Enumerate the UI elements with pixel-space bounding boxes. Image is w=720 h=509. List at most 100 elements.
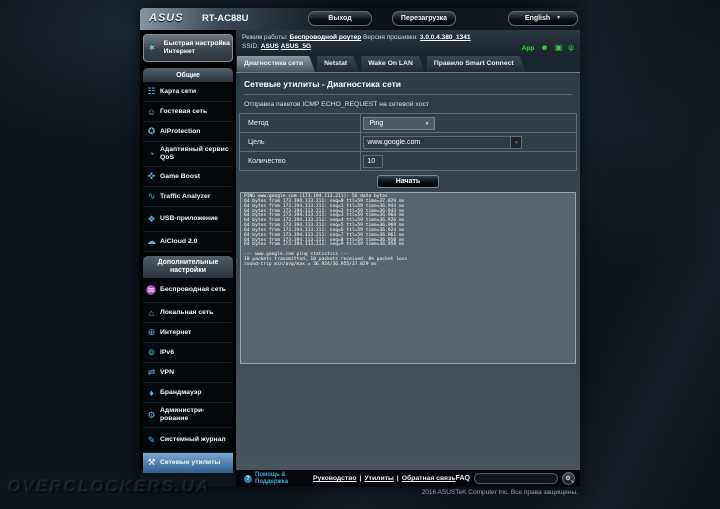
sidebar-item-game-boost[interactable]: ✜ Game Boost: [143, 167, 233, 187]
count-input[interactable]: [363, 154, 384, 168]
firewall-shield-icon: ♦: [149, 387, 154, 398]
method-label: Метод: [238, 113, 362, 133]
ssid-label: SSID:: [242, 43, 259, 50]
mode-link[interactable]: Беспроводной роутер: [290, 34, 362, 41]
asus-logo: ASUS: [149, 12, 184, 24]
page-description: Отправка пакетов ICMP ECHO_REQUEST на се…: [244, 101, 430, 108]
sidebar-item-network-map[interactable]: ☷ Карта сети: [143, 82, 233, 102]
target-label: Цель: [238, 132, 362, 152]
sidebar-item-system-log[interactable]: ✎ Системный журнал: [143, 428, 233, 453]
router-admin-window: ASUS RT-AC88U Выход Перезагрузка English…: [140, 8, 580, 487]
ssid-link-24g[interactable]: ASUS: [261, 43, 279, 50]
target-dropdown-button[interactable]: ▼: [511, 135, 523, 149]
faq-search-input[interactable]: [473, 473, 558, 484]
watermark: OVERCLOCKERS.UA: [8, 477, 211, 496]
home-icon: ⌂: [148, 307, 155, 318]
sidebar-item-vpn[interactable]: ⇌ VPN: [143, 363, 233, 383]
method-select[interactable]: Ping ▼: [363, 116, 436, 130]
chevron-down-icon: ▼: [424, 120, 430, 126]
log-pencil-icon: ✎: [147, 434, 156, 445]
sidebar-item-usb-application[interactable]: ❖ USB-приложение: [143, 207, 233, 232]
copyright-text: 2016 ASUSTeK Computer Inc. Все права защ…: [421, 489, 578, 496]
info-bar: Режим работы: Беспроводной роутер Версия…: [236, 30, 580, 56]
chevron-down-icon: ▼: [556, 15, 562, 21]
footer-links: Руководство | Утилиты | Обратная связь: [313, 475, 456, 482]
sidebar-item-ipv6[interactable]: ⊚ IPv6: [143, 343, 233, 363]
form-row-target: Цель ▼: [238, 132, 577, 152]
sidebar-item-wan[interactable]: ⊕ Интернет: [143, 323, 233, 343]
window-body: ✶ Быстрая настройка Интернет Общие ☷ Кар…: [140, 30, 580, 473]
admin-gear-icon: ⚙: [147, 409, 156, 420]
footer-bar: ? Помощь & Поддержка Руководство | Утилиты…: [236, 470, 580, 487]
clients-icon[interactable]: ☻: [540, 44, 548, 52]
router-model: RT-AC88U: [202, 13, 249, 24]
start-button[interactable]: Начать: [377, 175, 439, 188]
manual-link[interactable]: Руководство: [313, 475, 357, 482]
status-icons: App ☻ ▣ ψ: [522, 44, 574, 52]
sidebar-item-wireless[interactable]: ♒ Беспроводная сеть: [143, 278, 233, 303]
sidebar-item-lan[interactable]: ⌂ Локальная сеть: [143, 303, 233, 323]
app-badge[interactable]: App: [522, 45, 535, 52]
wrench-icon: ⚒: [147, 457, 156, 467]
question-icon: ?: [244, 474, 252, 483]
guest-network-icon: ☺: [146, 106, 157, 117]
ssid-link-5g[interactable]: ASUS_5G: [281, 43, 311, 50]
content-panel: Сетевые утилиты - Диагностика сети Отпра…: [236, 72, 580, 470]
sidebar-item-administration[interactable]: ⚙ Администри­рование: [143, 403, 233, 428]
firmware-label: Версия прошивки:: [362, 34, 419, 41]
network-devices-icon[interactable]: ▣: [555, 44, 563, 52]
usb-icon[interactable]: ψ: [568, 44, 574, 52]
cloud-icon: ☁: [147, 236, 156, 246]
tab-smart-connect-rule[interactable]: Правило Smart Connect: [427, 56, 526, 72]
diagnostics-form: Метод Ping ▼ Цель www.google.com ▼ Колич…: [238, 113, 577, 171]
page-title: Сетевые утилиты - Диагностика сети: [244, 79, 572, 95]
sidebar-section-advanced: Дополнительные настройки: [143, 256, 233, 278]
sidebar: ✶ Быстрая настройка Интернет Общие ☷ Кар…: [140, 30, 236, 473]
title-bar: ASUS RT-AC88U Выход Перезагрузка English…: [140, 8, 580, 30]
gauge-icon: ◔: [148, 149, 155, 159]
main-area: Режим работы: Беспроводной роутер Версия…: [236, 30, 580, 470]
faq-label: FAQ: [455, 475, 470, 482]
tab-wake-on-lan[interactable]: Wake On LAN: [361, 56, 425, 72]
target-input[interactable]: [363, 135, 512, 149]
magnifier-icon: [565, 476, 570, 480]
sidebar-section-general: Общие: [143, 68, 233, 82]
logout-button[interactable]: Выход: [308, 11, 372, 26]
wifi-icon: ♒: [145, 284, 158, 295]
tab-network-diagnostics[interactable]: Диагностика сети: [237, 56, 315, 72]
form-row-method: Метод Ping ▼: [238, 113, 577, 133]
tab-netstat[interactable]: Netstat: [317, 56, 359, 72]
sidebar-item-guest-network[interactable]: ☺ Гостевая сеть: [143, 102, 233, 122]
search-button[interactable]: [561, 472, 575, 485]
language-dropdown[interactable]: English ▼: [508, 11, 578, 26]
faq-search: FAQ: [456, 472, 575, 485]
feedback-link[interactable]: Обратная связь: [402, 475, 456, 482]
sidebar-item-firewall[interactable]: ♦ Брандмауэр: [143, 383, 233, 403]
sidebar-item-adaptive-qos[interactable]: ◔ Адаптивный сервис QoS: [143, 142, 233, 167]
puzzle-icon: ❖: [147, 213, 156, 224]
ping-output-text: PING www.google.com (173.194.113.211): 5…: [244, 194, 408, 267]
ping-output-box[interactable]: PING www.google.com (173.194.113.211): 5…: [240, 192, 576, 364]
shield-lock-icon: ✪: [147, 126, 156, 136]
sidebar-item-aicloud[interactable]: ☁ AiCloud 2.0: [143, 232, 233, 252]
count-label: Количество: [238, 151, 362, 171]
vpn-icon: ⇌: [147, 367, 156, 377]
sidebar-item-quick-setup[interactable]: ✶ Быстрая настройка Интернет: [143, 34, 233, 62]
sidebar-item-aiprotection[interactable]: ✪ AiProtection: [143, 122, 233, 142]
mode-label: Режим работы:: [242, 34, 288, 41]
desktop-background: ASUS RT-AC88U Выход Перезагрузка English…: [0, 0, 720, 509]
gamepad-icon: ✜: [147, 171, 156, 181]
reboot-button[interactable]: Перезагрузка: [392, 11, 456, 26]
globe-icon: ⊕: [147, 327, 156, 337]
firmware-link[interactable]: 3.0.0.4.380_1341: [420, 34, 471, 41]
utilities-link[interactable]: Утилиты: [364, 475, 393, 482]
language-value: English: [524, 15, 551, 22]
traffic-chart-icon: ∿: [147, 191, 156, 201]
sidebar-item-network-tools[interactable]: ⚒ Сетевые утилиты: [143, 453, 233, 473]
help-support-link[interactable]: ? Помощь & Поддержка: [244, 472, 295, 486]
sidebar-item-traffic-analyzer[interactable]: ∿ Traffic Analyzer: [143, 187, 233, 207]
tab-bar: Диагностика сети Netstat Wake On LAN Пра…: [236, 56, 580, 72]
magic-wand-icon: ✶: [147, 42, 156, 54]
network-map-icon: ☷: [147, 86, 156, 96]
globe-ipv6-icon: ⊚: [147, 347, 156, 357]
